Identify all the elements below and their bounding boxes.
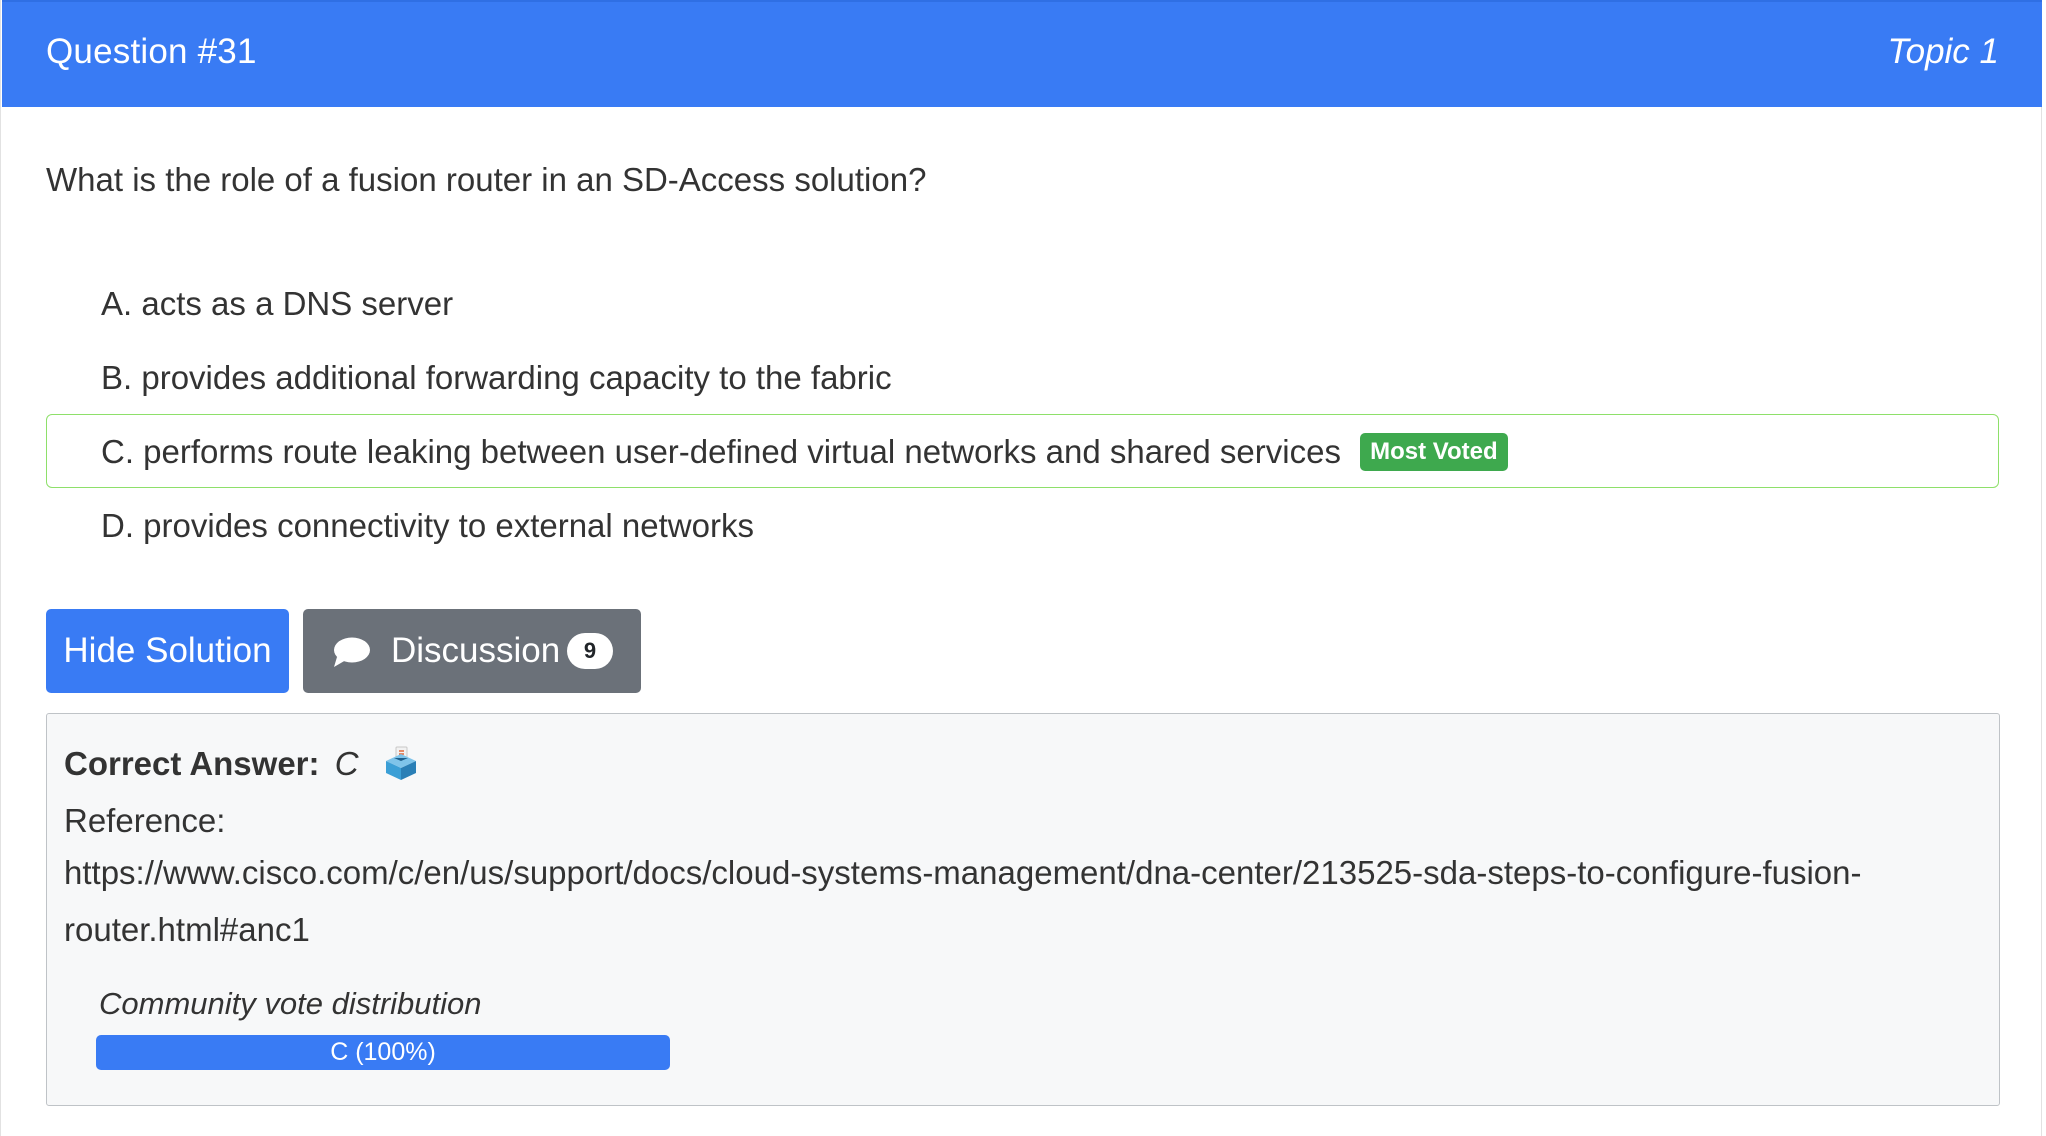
- choice-text: performs route leaking between user-defi…: [143, 433, 1341, 470]
- choice-letter: D.: [101, 507, 134, 544]
- vote-bar-segment-c: C (100%): [96, 1035, 670, 1070]
- question-text: What is the role of a fusion router in a…: [46, 161, 927, 198]
- vote-distribution-bar: C (100%): [96, 1035, 670, 1070]
- solution-panel: Correct Answer: C Reference: https://www…: [46, 713, 2000, 1106]
- choice-a[interactable]: A. acts as a DNS server: [46, 266, 1999, 340]
- correct-answer-label: Correct Answer:: [64, 745, 320, 782]
- choice-text: provides additional forwarding capacity …: [141, 359, 892, 396]
- hide-solution-button[interactable]: Hide Solution: [46, 609, 289, 693]
- discussion-button[interactable]: Discussion 9: [303, 609, 641, 693]
- choice-letter: B.: [101, 359, 133, 396]
- correct-answer-value: C: [334, 745, 359, 782]
- choices-list: A. acts as a DNS server B. provides addi…: [46, 266, 1999, 562]
- ballot-box-icon[interactable]: [382, 744, 420, 782]
- most-voted-badge: Most Voted: [1360, 433, 1508, 472]
- topic-label: Topic 1: [1887, 32, 1999, 71]
- choice-letter: A.: [101, 285, 133, 322]
- choice-b[interactable]: B. provides additional forwarding capaci…: [46, 340, 1999, 414]
- choice-d[interactable]: D. provides connectivity to external net…: [46, 488, 1999, 562]
- chat-bubble-icon: [334, 637, 370, 667]
- question-header: Question #31 Topic 1: [2, 0, 2042, 107]
- correct-answer-line: Correct Answer: C: [64, 744, 420, 785]
- vote-distribution-title: Community vote distribution: [99, 986, 482, 1021]
- choice-c[interactable]: C. performs route leaking between user-d…: [46, 414, 1999, 488]
- question-number: Question #31: [46, 32, 257, 71]
- discussion-label: Discussion: [391, 631, 561, 670]
- choice-text: provides connectivity to external networ…: [143, 507, 754, 544]
- reference-link[interactable]: https://www.cisco.com/c/en/us/support/do…: [64, 844, 1864, 958]
- choice-text: acts as a DNS server: [141, 285, 454, 322]
- discussion-count-badge: 9: [567, 633, 613, 669]
- question-card: Question #31 Topic 1 What is the role of…: [0, 0, 2042, 1136]
- choice-letter: C.: [101, 433, 134, 470]
- reference-label: Reference:: [64, 802, 226, 839]
